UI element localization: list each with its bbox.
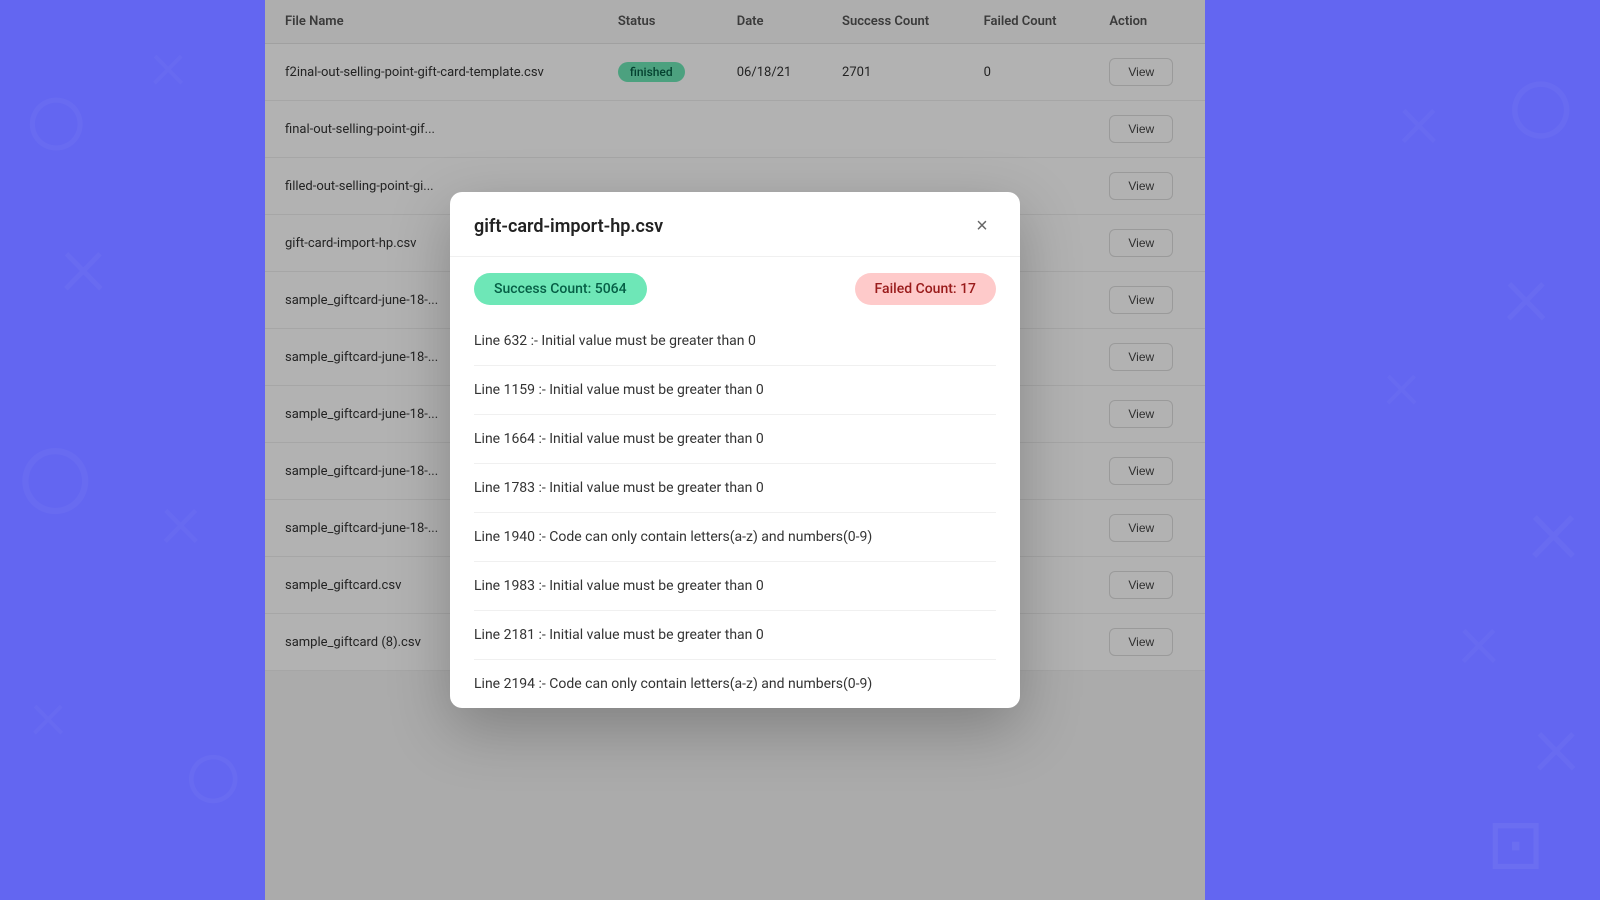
modal-header: gift-card-import-hp.csv × [450, 192, 1020, 257]
modal-dialog: gift-card-import-hp.csv × Success Count:… [450, 192, 1020, 708]
modal-close-button[interactable]: × [968, 212, 996, 240]
error-line-item: Line 632 :- Initial value must be greate… [474, 317, 996, 366]
success-count-badge: Success Count: 5064 [474, 273, 647, 305]
modal-overlay: gift-card-import-hp.csv × Success Count:… [265, 0, 1205, 900]
modal-body[interactable]: Line 632 :- Initial value must be greate… [450, 317, 1020, 708]
error-line-item: Line 1664 :- Initial value must be great… [474, 415, 996, 464]
error-line-item: Line 2181 :- Initial value must be great… [474, 611, 996, 660]
error-line-item: Line 1940 :- Code can only contain lette… [474, 513, 996, 562]
error-line-item: Line 2194 :- Code can only contain lette… [474, 660, 996, 708]
main-content: File Name Status Date Success Count Fail… [265, 0, 1205, 900]
modal-title: gift-card-import-hp.csv [474, 216, 663, 237]
error-line-item: Line 1159 :- Initial value must be great… [474, 366, 996, 415]
error-line-item: Line 1783 :- Initial value must be great… [474, 464, 996, 513]
error-line-item: Line 1983 :- Initial value must be great… [474, 562, 996, 611]
failed-count-badge: Failed Count: 17 [855, 273, 996, 305]
modal-counts: Success Count: 5064 Failed Count: 17 [450, 257, 1020, 317]
